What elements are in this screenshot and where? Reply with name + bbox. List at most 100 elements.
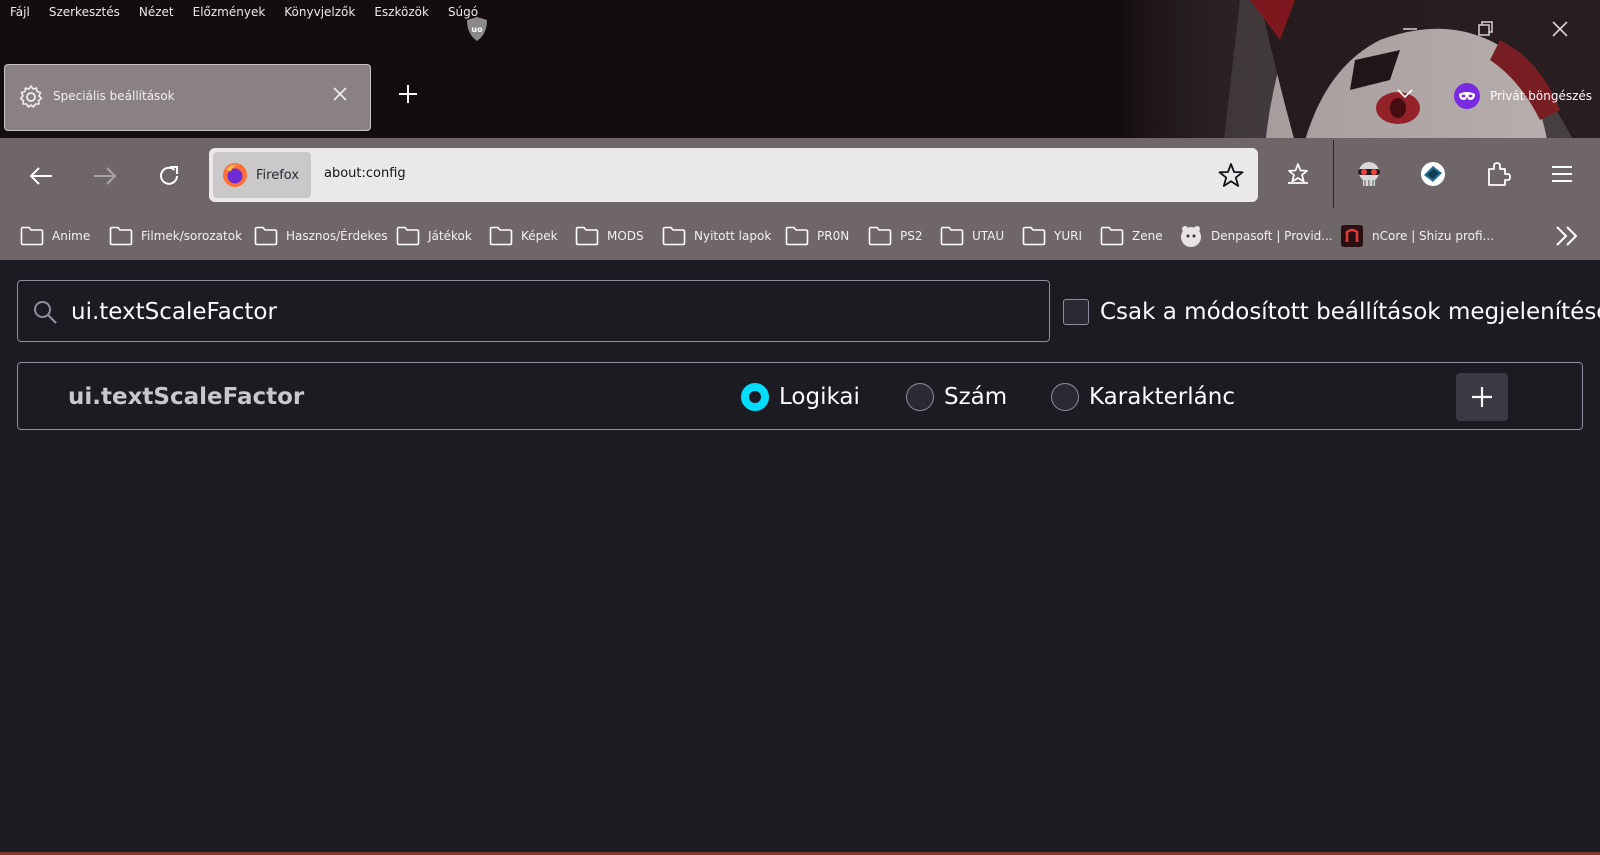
bookmark-item[interactable]: UTAU (940, 224, 1004, 248)
reload-button[interactable] (153, 160, 185, 192)
bookmark-item[interactable]: Képek (489, 224, 558, 248)
private-browsing-indicator: Privát böngészés (1454, 83, 1592, 109)
forward-button[interactable] (89, 160, 121, 192)
svg-text:uo: uo (471, 25, 483, 34)
folder-icon (109, 226, 133, 246)
folder-icon (785, 226, 809, 246)
theme-artwork (1120, 0, 1600, 138)
bookmark-item[interactable]: Hasznos/Érdekes (254, 224, 388, 248)
app-menu-button[interactable] (1546, 158, 1578, 190)
add-pref-button[interactable] (1456, 373, 1508, 421)
menu-view[interactable]: Nézet (139, 5, 174, 19)
identity-box[interactable]: Firefox (213, 152, 311, 198)
menu-tools[interactable]: Eszközök (374, 5, 429, 19)
bookmark-label: Denpasoft | Provid... (1211, 229, 1333, 243)
navigation-toolbar: Firefox about:config (0, 138, 1600, 212)
teal-diamond-extension-icon (1421, 162, 1445, 186)
extensions-button[interactable] (1482, 158, 1514, 190)
minimize-icon (1403, 28, 1417, 30)
show-modified-only-checkbox[interactable] (1063, 299, 1089, 325)
bookmark-item[interactable]: Filmek/sorozatok (109, 224, 242, 248)
bookmark-item[interactable]: YURI (1022, 224, 1082, 248)
bookmark-item[interactable]: Anime (20, 224, 90, 248)
search-value: ui.textScaleFactor (71, 299, 277, 325)
window-close-button[interactable] (1545, 14, 1575, 44)
ncore-favicon-icon (1341, 225, 1363, 247)
toolbar-separator (1333, 140, 1334, 208)
skull-goggles-extension-icon (1358, 162, 1380, 186)
bookmark-item[interactable]: Zene (1100, 224, 1163, 248)
restore-icon (1478, 21, 1493, 36)
folder-icon (396, 226, 420, 246)
bookmark-label: UTAU (972, 229, 1005, 243)
bookmark-label: PS2 (900, 229, 923, 243)
bookmark-item[interactable]: PR0N (785, 224, 849, 248)
bookmark-label: Zene (1132, 229, 1163, 243)
gear-icon (19, 85, 43, 108)
puzzle-piece-icon (1488, 162, 1511, 186)
extension-button-1[interactable] (1353, 158, 1385, 190)
radio-unselected-indicator (1051, 383, 1079, 411)
menu-file[interactable]: Fájl (10, 5, 30, 19)
type-radio-string[interactable]: Karakterlánc (1051, 383, 1235, 411)
new-tab-plus-icon[interactable] (398, 84, 418, 104)
url-text[interactable]: about:config (324, 166, 406, 181)
bookmark-item[interactable]: Játékok (396, 224, 472, 248)
close-icon (1552, 21, 1568, 37)
config-search-input[interactable]: ui.textScaleFactor (17, 280, 1050, 342)
minimize-button[interactable] (1395, 14, 1425, 44)
url-bar[interactable]: Firefox about:config (209, 148, 1258, 202)
show-modified-only-label[interactable]: Csak a módosított beállítások megjelenít… (1100, 299, 1600, 325)
bookmark-item[interactable]: Denpasoft | Provid... (1179, 224, 1333, 248)
ublock-shield-icon[interactable]: uo (465, 16, 489, 42)
pref-name: ui.textScaleFactor (68, 384, 305, 410)
double-chevron-right-icon (1556, 226, 1578, 246)
private-browsing-label: Privát böngészés (1490, 89, 1593, 103)
identity-label: Firefox (256, 167, 300, 183)
restore-button[interactable] (1470, 14, 1500, 44)
bookmark-star-icon[interactable] (1218, 162, 1244, 188)
bookmarks-menu-button[interactable] (1282, 158, 1314, 190)
bookmark-label: Filmek/sorozatok (141, 229, 243, 243)
radio-selected-indicator (741, 383, 769, 411)
pref-row: ui.textScaleFactor Logikai Szám Karakter… (17, 362, 1583, 430)
bookmark-label: YURI (1054, 229, 1082, 243)
type-radio-label: Logikai (779, 384, 860, 410)
type-radio-number[interactable]: Szám (906, 383, 1007, 411)
menu-edit[interactable]: Szerkesztés (49, 5, 120, 19)
extension-button-2[interactable] (1417, 158, 1449, 190)
bookmark-item[interactable]: MODS (575, 224, 644, 248)
type-radio-label: Karakterlánc (1089, 384, 1235, 410)
bookmark-item[interactable]: Nyitott lapok (662, 224, 771, 248)
bookmark-label: Játékok (428, 229, 472, 243)
back-button[interactable] (25, 160, 57, 192)
private-mask-icon (1454, 83, 1480, 109)
folder-icon (20, 226, 44, 246)
bookmark-label: nCore | Shizu profi... (1372, 229, 1494, 243)
bookmark-label: Képek (521, 229, 558, 243)
folder-icon (1022, 226, 1046, 246)
list-all-tabs-chevron-icon[interactable] (1396, 88, 1414, 100)
type-radio-label: Szám (944, 384, 1008, 410)
title-bar: Fájl Szerkesztés Nézet Előzmények Könyvj… (0, 0, 1600, 138)
folder-icon (868, 226, 892, 246)
folder-icon (254, 226, 278, 246)
tab-advanced-settings[interactable]: Speciális beállítások (4, 64, 371, 131)
firefox-logo-icon (223, 163, 247, 187)
folder-icon (940, 226, 964, 246)
folder-icon (575, 226, 599, 246)
tab-close-icon[interactable] (332, 86, 348, 102)
bookmark-item[interactable]: PS2 (868, 224, 923, 248)
more-bookmarks-button[interactable] (1554, 224, 1580, 252)
menu-bar: Fájl Szerkesztés Nézet Előzmények Könyvj… (0, 0, 497, 24)
folder-icon (1100, 226, 1124, 246)
search-icon (34, 301, 57, 324)
bookmarks-toolbar: Anime Filmek/sorozatok Hasznos/Érdekes Játé… (0, 212, 1600, 260)
menu-bookmarks[interactable]: Könyvjelzők (284, 5, 355, 19)
bookmark-item[interactable]: nCore | Shizu profi... (1340, 224, 1494, 248)
menu-history[interactable]: Előzmények (193, 5, 266, 19)
plus-icon (1472, 387, 1492, 407)
type-radio-boolean[interactable]: Logikai (741, 383, 860, 411)
reload-icon (160, 166, 178, 185)
hamburger-menu-icon (1552, 166, 1572, 182)
